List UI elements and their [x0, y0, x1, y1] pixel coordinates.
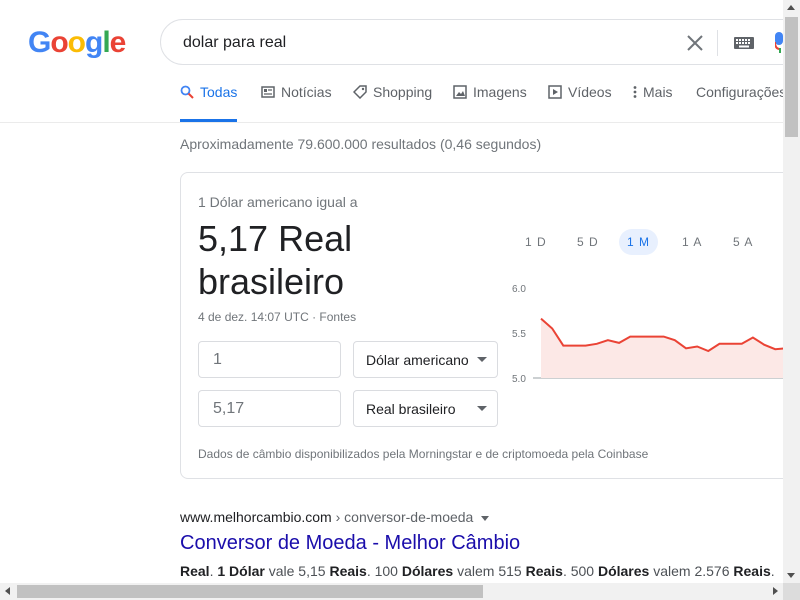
sources-link[interactable]: Fontes — [319, 310, 356, 324]
vertical-scroll-thumb[interactable] — [785, 17, 798, 137]
scroll-right-arrow-icon[interactable] — [773, 587, 778, 595]
logo-letter: G — [28, 26, 51, 59]
horizontal-scrollbar[interactable] — [0, 583, 783, 600]
to-currency-select[interactable]: Real brasileiro — [353, 390, 498, 427]
tab-label: Imagens — [473, 84, 527, 100]
snippet-bold-text: Real — [180, 563, 210, 579]
snippet-text: . — [770, 563, 775, 579]
snippet-bold-text: Reais — [733, 563, 771, 579]
result-url[interactable]: www.melhorcambio.com › conversor-de-moed… — [180, 509, 490, 525]
result-path: › conversor-de-moeda — [331, 509, 474, 525]
snippet-text: . 100 — [366, 563, 402, 579]
from-amount-input[interactable] — [211, 350, 325, 370]
tab-videos[interactable]: Vídeos — [548, 84, 612, 122]
tag-icon — [353, 85, 367, 99]
snippet-text: valem 2.576 — [649, 563, 734, 579]
range-1a[interactable]: 1 A — [682, 229, 702, 255]
chevron-down-icon[interactable] — [481, 515, 490, 521]
to-amount-input[interactable] — [211, 399, 325, 419]
range-1d[interactable]: 1 D — [525, 229, 547, 255]
snippet-bold-text: 1 — [217, 563, 226, 579]
tab-shopping[interactable]: Shopping — [353, 84, 432, 122]
converter-date: 4 de dez. 14:07 UTC — [198, 310, 309, 324]
tab-imagens[interactable]: Imagens — [453, 84, 527, 122]
news-icon — [261, 86, 275, 98]
chevron-down-icon — [477, 357, 487, 362]
exchange-rate-chart: 6.0 5.5 5.0 — [512, 284, 800, 385]
converter-result: 5,17 Real brasileiro — [198, 218, 353, 302]
result-domain: www.melhorcambio.com — [180, 509, 332, 525]
search-input[interactable] — [181, 31, 665, 55]
google-logo[interactable]: Google — [28, 26, 126, 60]
scroll-down-arrow-icon[interactable] — [787, 573, 795, 578]
snippet-bold-text: Dólares — [401, 563, 454, 579]
currency-converter-card: 1 Dólar americano igual a 5,17 Real bras… — [180, 172, 800, 479]
more-vert-icon — [633, 86, 637, 98]
video-icon — [548, 85, 562, 99]
snippet-bold-text: Reais — [329, 563, 367, 579]
result-stats: Aproximadamente 79.600.000 resultados (0… — [180, 136, 542, 152]
range-5a[interactable]: 5 A — [733, 229, 753, 255]
logo-letter: g — [85, 26, 103, 59]
result-title-link[interactable]: Conversor de Moeda - Melhor Câmbio — [180, 532, 520, 555]
tab-label: Vídeos — [568, 84, 612, 100]
tab-label: Shopping — [373, 84, 433, 100]
result-snippet: Real. 1 Dólar vale 5,15 Reais. 100 Dólar… — [180, 563, 775, 579]
snippet-bold-text: Dólar — [229, 563, 265, 579]
tab-mais[interactable]: Mais — [632, 84, 673, 122]
tab-label: Configurações — [696, 84, 787, 100]
tab-label: Todas — [200, 84, 238, 100]
clear-icon[interactable] — [685, 33, 705, 53]
search-icon — [180, 85, 194, 99]
y-tick-label: 6.0 — [512, 284, 526, 295]
to-amount-field — [198, 390, 341, 427]
search-box — [160, 19, 800, 65]
range-1m[interactable]: 1 M — [619, 229, 659, 255]
tab-label: Notícias — [281, 84, 332, 100]
y-tick-label: 5.0 — [512, 374, 526, 385]
image-icon — [453, 85, 467, 99]
from-currency-label: Dólar americano — [366, 352, 469, 368]
to-currency-label: Real brasileiro — [366, 401, 456, 417]
logo-letter: e — [109, 26, 127, 59]
tab-todas[interactable]: Todas — [180, 84, 238, 122]
range-5d[interactable]: 5 D — [577, 229, 599, 255]
tabs-divider — [0, 122, 800, 123]
logo-letter: o — [67, 26, 86, 59]
snippet-bold-text: Reais — [525, 563, 563, 579]
snippet-text: vale 5,15 — [264, 563, 330, 579]
converter-label: 1 Dólar americano igual a — [198, 194, 358, 210]
from-amount-field — [198, 341, 341, 378]
horizontal-scroll-thumb[interactable] — [17, 585, 483, 598]
logo-letter: l — [102, 26, 110, 59]
scrollbar-corner — [783, 583, 800, 600]
keyboard-icon[interactable] — [734, 37, 754, 49]
tab-label: Mais — [643, 84, 673, 100]
logo-letter: o — [50, 26, 68, 59]
tab-noticias[interactable]: Notícias — [261, 84, 332, 122]
scroll-left-arrow-icon[interactable] — [5, 587, 10, 595]
search-divider — [717, 30, 718, 56]
snippet-text: . 500 — [562, 563, 598, 579]
converter-timestamp: 4 de dez. 14:07 UTC · Fontes — [198, 310, 356, 324]
converter-disclaimer: Dados de câmbio disponibilizados pela Mo… — [198, 447, 649, 461]
date-separator: · — [308, 310, 320, 324]
snippet-text: valem 515 — [453, 563, 526, 579]
chart-area — [541, 318, 800, 378]
vertical-scrollbar[interactable] — [783, 0, 800, 583]
chevron-down-icon — [477, 406, 487, 411]
snippet-bold-text: Dólares — [597, 563, 650, 579]
scroll-up-arrow-icon[interactable] — [787, 5, 795, 10]
from-currency-select[interactable]: Dólar americano — [353, 341, 498, 378]
tab-configuracoes[interactable]: Configurações — [696, 84, 786, 122]
y-tick-label: 5.5 — [512, 329, 526, 340]
